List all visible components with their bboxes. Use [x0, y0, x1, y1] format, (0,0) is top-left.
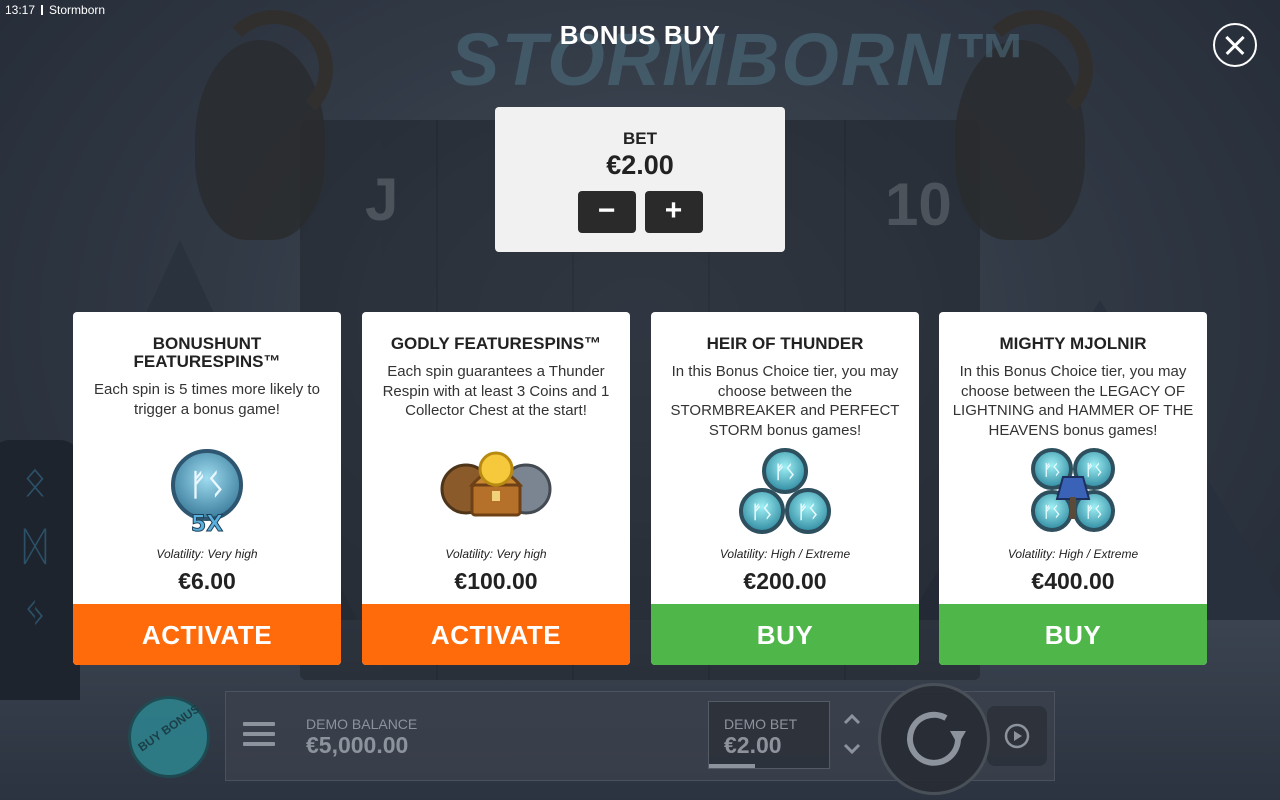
- card-price: €6.00: [178, 568, 236, 594]
- menu-icon[interactable]: [243, 722, 275, 752]
- bonus-card-mighty-mjolnir: MIGHTY MJOLNIR In this Bonus Choice tier…: [939, 312, 1207, 665]
- four-rune-coins-hammer-icon: ᚠᛊ ᚠᛊ ᚠᛊ ᚠᛊ: [939, 447, 1207, 535]
- demo-bet[interactable]: DEMO BET €2.00: [708, 701, 830, 769]
- card-volatility: Volatility: High / Extreme: [719, 547, 851, 561]
- bonus-card-heir-of-thunder: HEIR OF THUNDER In this Bonus Choice tie…: [651, 312, 919, 665]
- demo-balance: DEMO BALANCE €5,000.00: [306, 716, 417, 759]
- autoplay-button[interactable]: [987, 706, 1047, 766]
- svg-text:ᚠᛊ: ᚠᛊ: [751, 502, 773, 523]
- svg-text:ᚠᛊ: ᚠᛊ: [1043, 503, 1061, 521]
- svg-text:ᚠᛊ: ᚠᛊ: [797, 502, 819, 523]
- svg-text:ᚠᛊ: ᚠᛊ: [774, 462, 796, 483]
- bonus-card-godly: GODLY FEATURESPINS™ Each spin guarantees…: [362, 312, 630, 665]
- card-price: €200.00: [743, 568, 827, 594]
- demo-bet-value: €2.00: [724, 732, 782, 758]
- bet-panel: BET €2.00 − +: [495, 107, 785, 252]
- autoplay-icon: [1004, 723, 1030, 749]
- demo-balance-value: €5,000.00: [306, 732, 409, 758]
- modal-title: BONUS BUY: [559, 20, 721, 50]
- rune-5x-icon: ᚠᛊ 5X: [73, 447, 341, 538]
- svg-text:ᚠᛊ: ᚠᛊ: [1085, 503, 1103, 521]
- status-time: 13:17: [5, 3, 36, 17]
- chevron-up-icon[interactable]: [842, 710, 862, 730]
- status-bar: 13:17 Stormborn: [5, 3, 105, 17]
- close-icon[interactable]: [1213, 23, 1257, 67]
- buy-bonus-label: BUY BONUS: [135, 701, 203, 755]
- card-description: Each spin is 5 times more likely to trig…: [94, 381, 320, 418]
- bet-label: BET: [623, 129, 657, 148]
- svg-text:5X: 5X: [191, 512, 223, 535]
- treasure-chest-icon: [362, 447, 630, 535]
- card-description: In this Bonus Choice tier, you may choos…: [670, 363, 900, 439]
- svg-text:ᚠᛊ: ᚠᛊ: [1043, 461, 1061, 479]
- bet-value: €2.00: [606, 150, 674, 180]
- card-description: Each spin guarantees a Thunder Respin wi…: [382, 363, 610, 419]
- status-app-name: Stormborn: [49, 3, 106, 17]
- bet-increase-button[interactable]: +: [644, 191, 703, 233]
- bet-decrease-button[interactable]: −: [577, 191, 636, 233]
- bonus-card-bonushunt: BONUSHUNT FEATURESPINS™ Each spin is 5 t…: [73, 312, 341, 665]
- card-title: MIGHTY MJOLNIR: [999, 334, 1147, 353]
- chevron-down-icon[interactable]: [842, 740, 862, 760]
- demo-bet-label: DEMO BET: [724, 716, 798, 732]
- card-title: GODLY FEATURESPINS™: [390, 334, 602, 353]
- buy-button[interactable]: BUY: [651, 604, 919, 665]
- spin-icon: [907, 711, 966, 766]
- card-volatility: Volatility: High / Extreme: [1007, 547, 1139, 561]
- card-title: BONUSHUNT FEATURESPINS™: [133, 334, 281, 371]
- card-title: HEIR OF THUNDER: [706, 334, 864, 353]
- card-volatility: Volatility: Very high: [156, 547, 258, 561]
- three-rune-coins-icon: ᚠᛊ ᚠᛊ ᚠᛊ: [651, 447, 919, 535]
- svg-text:ᚠᛊ: ᚠᛊ: [1085, 461, 1103, 479]
- spin-button[interactable]: [878, 683, 990, 795]
- activate-button[interactable]: ACTIVATE: [362, 604, 630, 665]
- bet-level-bar: [709, 764, 755, 768]
- card-price: €100.00: [454, 568, 538, 594]
- buy-bonus-button[interactable]: BUY BONUS: [128, 696, 210, 778]
- card-price: €400.00: [1031, 568, 1115, 594]
- card-description: In this Bonus Choice tier, you may choos…: [952, 363, 1194, 439]
- card-volatility: Volatility: Very high: [445, 547, 547, 561]
- svg-text:ᚠᛊ: ᚠᛊ: [189, 468, 225, 503]
- activate-button[interactable]: ACTIVATE: [73, 604, 341, 665]
- buy-button[interactable]: BUY: [939, 604, 1207, 665]
- demo-balance-label: DEMO BALANCE: [306, 716, 418, 732]
